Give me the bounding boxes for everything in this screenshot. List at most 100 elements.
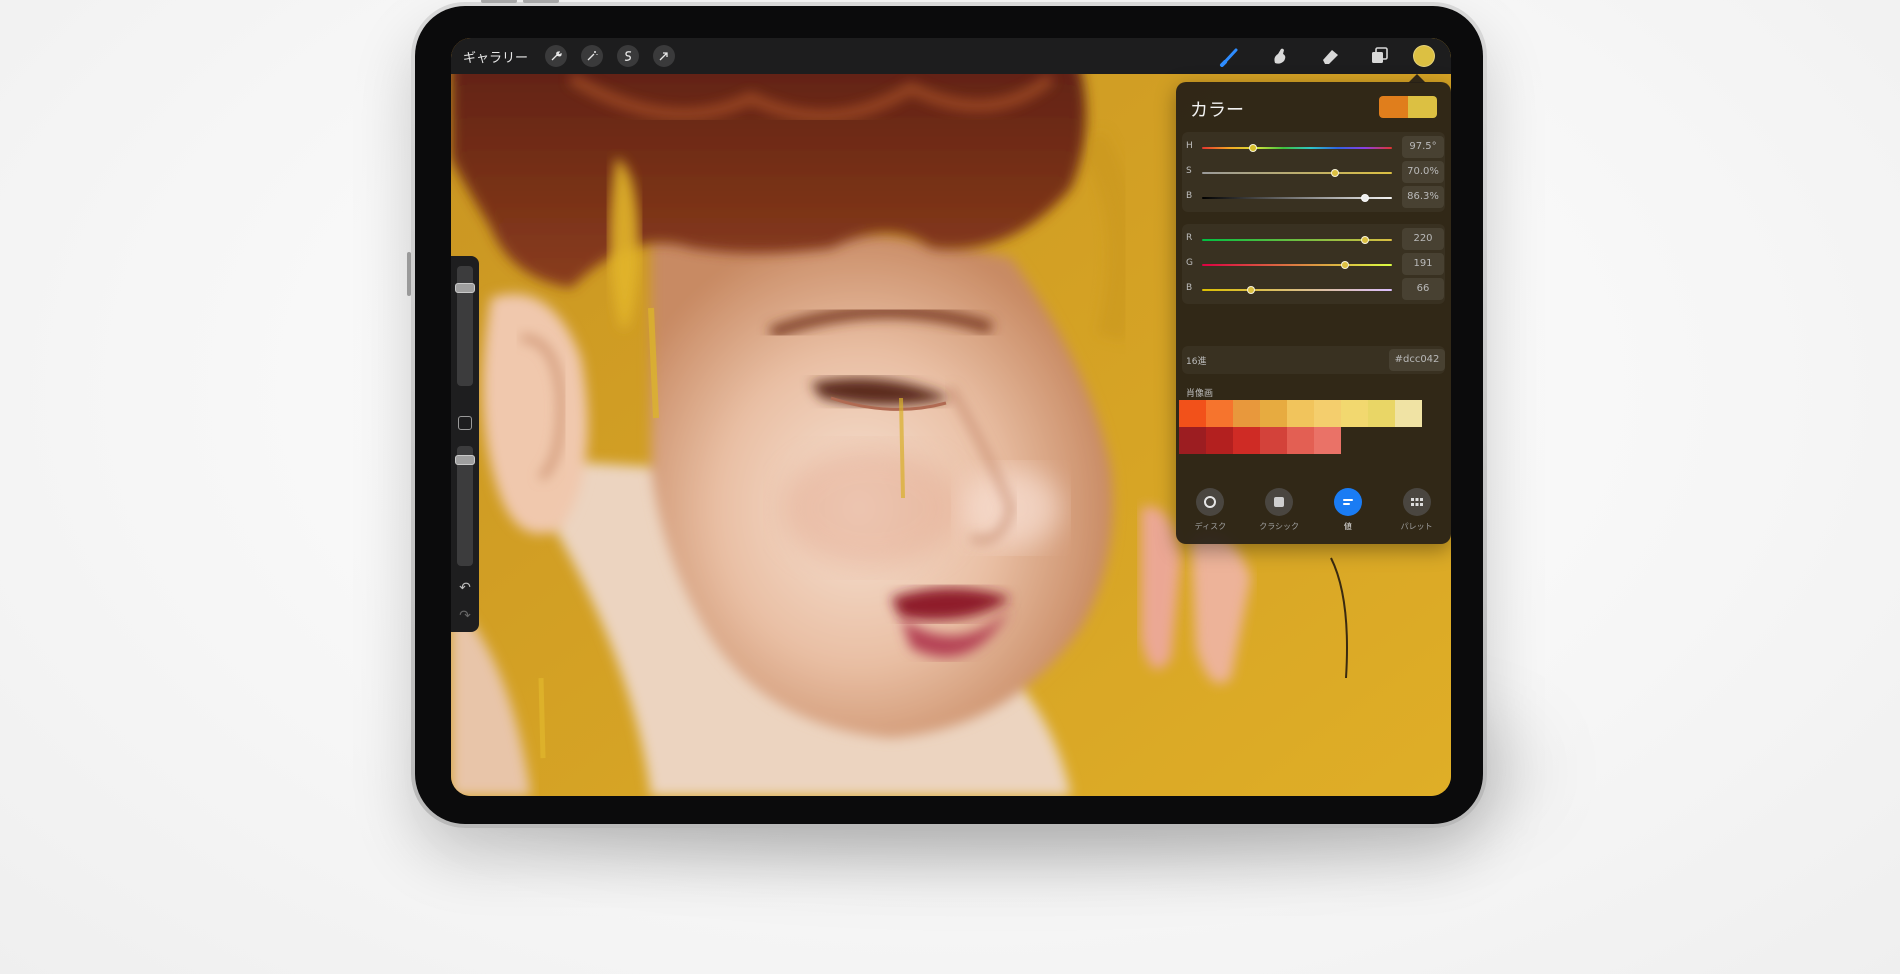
palette-swatch[interactable] <box>1314 427 1341 454</box>
slider-row-b: B 66 <box>1182 278 1445 302</box>
classic-icon <box>1265 488 1294 516</box>
brush-icon[interactable] <box>1217 43 1243 69</box>
selection-icon[interactable] <box>617 45 640 67</box>
slider-label: S <box>1186 166 1192 176</box>
palette-swatch[interactable] <box>1233 427 1260 454</box>
disc-icon <box>1196 488 1225 516</box>
redo-icon[interactable]: ↷ <box>457 608 473 624</box>
mode-tab-palette[interactable]: パレット <box>1387 488 1447 538</box>
modify-button[interactable] <box>458 416 472 430</box>
slider-value-field[interactable]: 191 <box>1402 253 1444 275</box>
left-sidebar: ↶ ↷ <box>451 256 479 632</box>
slider-row-r: R 220 <box>1182 228 1445 252</box>
top-button <box>481 0 517 3</box>
palette-swatch[interactable] <box>1395 400 1422 427</box>
mode-tab-classic[interactable]: クラシック <box>1249 488 1309 538</box>
right-tools <box>1205 38 1443 74</box>
slider-label: B <box>1186 191 1193 201</box>
slider-knob[interactable] <box>1247 286 1256 294</box>
smudge-icon[interactable] <box>1267 43 1293 69</box>
palette-swatch[interactable] <box>1179 400 1206 427</box>
hsb-group: H 97.5° S 70.0% B 86.3% <box>1182 132 1445 212</box>
top-button <box>523 0 559 3</box>
mode-label: 値 <box>1343 522 1352 531</box>
color-picker-button[interactable] <box>1413 45 1435 67</box>
slider-knob[interactable] <box>1361 236 1370 244</box>
color-swatch-pair[interactable] <box>1379 96 1437 118</box>
slider-value-field[interactable]: 70.0% <box>1402 161 1444 183</box>
hsb-slider-s[interactable] <box>1202 169 1392 177</box>
wrench-icon[interactable] <box>545 45 568 67</box>
mode-label: ディスク <box>1194 522 1227 531</box>
rgb-group: R 220 G 191 B 66 <box>1182 224 1445 304</box>
slider-value-field[interactable]: 220 <box>1402 228 1444 250</box>
color-mode-tabs: ディスク クラシック 値 パレット <box>1176 488 1451 538</box>
rgb-slider-r[interactable] <box>1202 236 1392 244</box>
palette-row <box>1179 400 1449 427</box>
opacity-thumb[interactable] <box>455 454 475 465</box>
palette-swatch[interactable] <box>1287 400 1314 427</box>
slider-value-field[interactable]: 97.5° <box>1402 136 1444 158</box>
slider-knob[interactable] <box>1340 261 1349 269</box>
bezel: ギャラリー ↶ ↷ カラー H 97.5° S 70.0% B 86.3% R … <box>415 6 1483 824</box>
page-background: ギャラリー ↶ ↷ カラー H 97.5° S 70.0% B 86.3% R … <box>0 0 1900 974</box>
brush-size-thumb[interactable] <box>455 282 475 293</box>
slider-value-field[interactable]: 66 <box>1402 278 1444 300</box>
primary-swatch[interactable] <box>1379 96 1408 118</box>
hex-label: 16進 <box>1186 357 1207 367</box>
slider-value-field[interactable]: 86.3% <box>1402 186 1444 208</box>
palette-swatches <box>1179 400 1449 454</box>
palette-swatch[interactable] <box>1260 427 1287 454</box>
slider-label: G <box>1186 258 1193 268</box>
palette-name: 肖像画 <box>1186 389 1214 399</box>
color-panel: カラー H 97.5° S 70.0% B 86.3% R 220 G 191 B 66 16進 #… <box>1176 74 1451 544</box>
palette-swatch[interactable] <box>1206 400 1233 427</box>
brush-size-slider[interactable] <box>455 266 475 386</box>
undo-icon[interactable]: ↶ <box>457 580 473 596</box>
slider-row-g: G 191 <box>1182 253 1445 277</box>
slider-label: B <box>1186 283 1193 293</box>
slider-knob[interactable] <box>1361 194 1370 202</box>
palette-swatch[interactable] <box>1206 427 1233 454</box>
volume-button <box>407 252 411 296</box>
palette-swatch[interactable] <box>1233 400 1260 427</box>
palette-swatch[interactable] <box>1368 400 1395 427</box>
mode-label: クラシック <box>1259 522 1300 531</box>
slider-knob[interactable] <box>1249 144 1258 152</box>
rgb-slider-b[interactable] <box>1202 286 1392 294</box>
layers-icon[interactable] <box>1367 43 1393 69</box>
eraser-icon[interactable] <box>1317 43 1343 69</box>
magic-wand-icon[interactable] <box>581 45 604 67</box>
screen: ギャラリー ↶ ↷ カラー H 97.5° S 70.0% B 86.3% R … <box>451 38 1451 796</box>
rgb-slider-g[interactable] <box>1202 261 1392 269</box>
palette-swatch[interactable] <box>1314 400 1341 427</box>
slider-row-h: H 97.5° <box>1182 136 1445 160</box>
slider-row-b: B 86.3% <box>1182 186 1445 210</box>
slider-label: R <box>1186 233 1193 243</box>
palette-swatch[interactable] <box>1341 400 1368 427</box>
palette-swatch[interactable] <box>1287 427 1314 454</box>
mode-label: パレット <box>1400 522 1433 531</box>
gallery-button[interactable]: ギャラリー <box>463 47 528 66</box>
mode-tab-value[interactable]: 値 <box>1318 488 1378 538</box>
opacity-slider[interactable] <box>455 446 475 566</box>
slider-knob[interactable] <box>1331 169 1339 177</box>
mode-tab-disc[interactable]: ディスク <box>1180 488 1240 538</box>
panel-title: カラー <box>1190 100 1244 121</box>
hsb-slider-h[interactable] <box>1202 144 1392 152</box>
palette-swatch[interactable] <box>1179 427 1206 454</box>
panel-arrow <box>1408 74 1426 83</box>
value-icon <box>1333 488 1362 516</box>
slider-row-s: S 70.0% <box>1182 161 1445 185</box>
palette-row <box>1179 427 1449 454</box>
palette-swatch[interactable] <box>1260 400 1287 427</box>
top-toolbar: ギャラリー <box>451 38 1451 74</box>
hex-row: 16進 #dcc042 <box>1182 346 1445 374</box>
secondary-swatch[interactable] <box>1408 96 1437 118</box>
hex-input[interactable]: #dcc042 <box>1389 349 1445 371</box>
palette-icon <box>1402 488 1431 516</box>
hsb-slider-b[interactable] <box>1202 194 1392 202</box>
ipad-device: ギャラリー ↶ ↷ カラー H 97.5° S 70.0% B 86.3% R … <box>407 0 1487 828</box>
transform-arrow-icon[interactable] <box>653 45 676 67</box>
slider-label: H <box>1186 141 1193 151</box>
